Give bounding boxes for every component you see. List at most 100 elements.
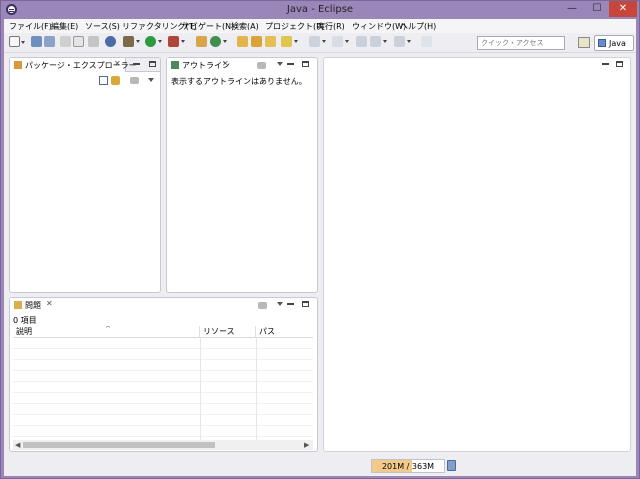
- menu-source[interactable]: ソース(S): [85, 21, 120, 32]
- new-class-icon[interactable]: [210, 36, 227, 47]
- column-header-resource[interactable]: リソース: [200, 326, 256, 338]
- close-tab-icon[interactable]: ✕: [114, 59, 121, 68]
- column-divider: [200, 338, 201, 440]
- heap-usage-text: 201M / 363M: [381, 462, 435, 471]
- menu-navigate[interactable]: ナビゲート(N): [182, 21, 234, 32]
- menu-run[interactable]: 実行(R): [317, 21, 345, 32]
- column-header-description[interactable]: 説明 ^: [13, 326, 200, 338]
- focus-on-task-icon[interactable]: [258, 302, 267, 309]
- scrollbar-thumb[interactable]: [23, 442, 215, 448]
- workbench: ファイル(F) 編集(E) ソース(S) リファクタリング(T) ナビゲート(N…: [4, 19, 636, 476]
- table-row: [13, 360, 313, 371]
- window-title: Java - Eclipse: [286, 4, 354, 15]
- focus-on-task-icon[interactable]: [130, 77, 139, 84]
- package-explorer-icon: [14, 61, 22, 69]
- menu-window[interactable]: ウィンドウ(W): [352, 21, 406, 32]
- tab-outline[interactable]: アウトライン ✕: [167, 58, 233, 72]
- outline-empty-message: 表示するアウトラインはありません。: [171, 77, 307, 86]
- last-edit-icon[interactable]: [356, 36, 367, 47]
- problems-view: 問題 ✕ 0 項目 説明 ^ リソース パス ◀ ▶: [9, 297, 318, 452]
- view-menu-icon[interactable]: [148, 78, 154, 82]
- column-divider: [256, 338, 257, 440]
- next-annotation-icon[interactable]: [309, 36, 326, 47]
- pin-editor-icon[interactable]: [421, 36, 432, 47]
- eclipse-window: Java - Eclipse — ☐ ✕ ファイル(F) 編集(E) ソース(S…: [0, 0, 640, 479]
- focus-on-task-icon[interactable]: [257, 62, 266, 69]
- status-bar: 201M / 363M: [4, 458, 636, 476]
- table-row: [13, 426, 313, 437]
- previous-annotation-icon[interactable]: [332, 36, 349, 47]
- menu-project[interactable]: プロジェクト(P): [265, 21, 324, 32]
- external-tools-icon[interactable]: [168, 36, 185, 47]
- open-resource-icon[interactable]: [265, 36, 276, 47]
- problems-tab-label: 問題: [25, 301, 41, 310]
- garbage-collect-icon[interactable]: [447, 460, 456, 471]
- quick-access-input[interactable]: [477, 36, 565, 50]
- problems-count: 0 項目: [13, 316, 37, 325]
- minimize-button[interactable]: —: [559, 1, 585, 17]
- menu-edit[interactable]: 編集(E): [51, 21, 78, 32]
- package-explorer-view: パッケージ・エクスプローラー ✕: [9, 57, 161, 293]
- link-with-editor-icon[interactable]: [111, 76, 120, 85]
- save-all-icon[interactable]: [44, 36, 55, 47]
- java-perspective-label: Java: [609, 39, 626, 48]
- new-icon[interactable]: [9, 36, 25, 47]
- table-row: [13, 338, 313, 349]
- open-perspective-icon[interactable]: [578, 37, 590, 48]
- menu-help[interactable]: ヘルプ(H): [400, 21, 436, 32]
- minimize-view-icon[interactable]: [287, 303, 294, 305]
- collapse-all-icon[interactable]: [99, 76, 108, 85]
- main-toolbar: Java: [4, 33, 636, 53]
- forward-icon[interactable]: [394, 36, 411, 47]
- maximize-view-icon[interactable]: [302, 61, 309, 67]
- view-menu-icon[interactable]: [277, 62, 283, 66]
- run-icon[interactable]: [145, 36, 162, 47]
- horizontal-scrollbar[interactable]: ◀ ▶: [13, 440, 313, 450]
- maximize-editor-icon[interactable]: [616, 61, 623, 67]
- table-row: [13, 349, 313, 360]
- outline-view: アウトライン ✕ 表示するアウトラインはありません。: [166, 57, 318, 293]
- problems-tabbar: 問題 ✕: [10, 298, 317, 312]
- column-header-path[interactable]: パス: [256, 326, 313, 338]
- maximize-button[interactable]: ☐: [584, 1, 610, 17]
- maximize-view-icon[interactable]: [302, 301, 309, 307]
- debug-icon[interactable]: [123, 36, 140, 47]
- table-row: [13, 371, 313, 382]
- back-icon[interactable]: [370, 36, 387, 47]
- print-icon[interactable]: [60, 36, 71, 47]
- minimize-editor-icon[interactable]: [602, 63, 609, 65]
- minimize-view-icon[interactable]: [287, 63, 294, 65]
- view-menu-icon[interactable]: [277, 302, 283, 306]
- minimize-view-icon[interactable]: [133, 63, 140, 65]
- close-tab-icon[interactable]: ✕: [222, 59, 229, 68]
- scroll-left-icon[interactable]: ◀: [15, 441, 20, 449]
- terminal-icon[interactable]: [88, 36, 99, 47]
- outline-tabbar: アウトライン ✕: [167, 58, 317, 72]
- globe-icon[interactable]: [105, 36, 116, 47]
- problems-icon: [14, 301, 22, 309]
- search-icon[interactable]: [281, 36, 298, 47]
- menu-search[interactable]: 検索(A): [231, 21, 259, 32]
- table-row: [13, 382, 313, 393]
- open-folder-icon[interactable]: [237, 36, 248, 47]
- menu-file[interactable]: ファイル(F): [9, 21, 52, 32]
- sort-ascending-icon: ^: [105, 326, 111, 333]
- editor-area[interactable]: [323, 57, 631, 452]
- problems-table[interactable]: 説明 ^ リソース パス: [13, 326, 313, 440]
- java-perspective-button[interactable]: Java: [594, 35, 634, 51]
- tab-package-explorer[interactable]: パッケージ・エクスプローラー ✕: [10, 58, 137, 72]
- maximize-view-icon[interactable]: [149, 61, 156, 67]
- close-button[interactable]: ✕: [609, 1, 637, 17]
- table-row: [13, 415, 313, 426]
- java-perspective-icon: [598, 39, 606, 47]
- outline-icon: [171, 61, 179, 69]
- open-type-hierarchy-icon[interactable]: [251, 36, 262, 47]
- scroll-right-icon[interactable]: ▶: [304, 441, 309, 449]
- heap-status[interactable]: 201M / 363M: [371, 459, 445, 473]
- save-icon[interactable]: [31, 36, 42, 47]
- new-java-project-icon[interactable]: [196, 36, 207, 47]
- open-type-icon[interactable]: [73, 36, 84, 47]
- tab-problems[interactable]: 問題 ✕: [10, 298, 56, 312]
- title-bar[interactable]: Java - Eclipse — ☐ ✕: [1, 1, 639, 19]
- close-tab-icon[interactable]: ✕: [46, 299, 53, 308]
